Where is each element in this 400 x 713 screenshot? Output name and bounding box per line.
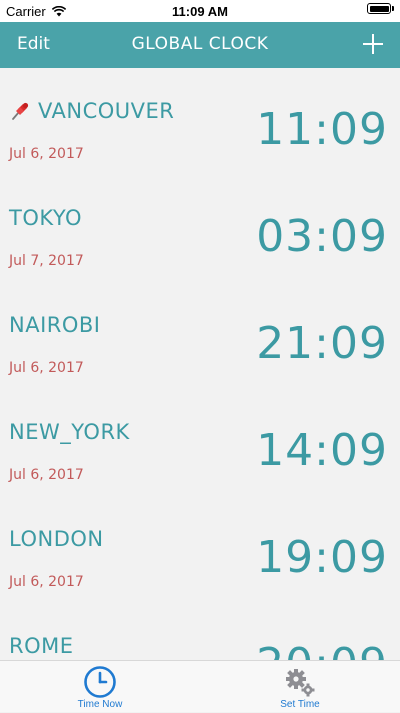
- clock-list[interactable]: VANCOUVER Jul 6, 2017 11:09 TOKYO Jul 7,…: [0, 68, 400, 660]
- battery-tip: [392, 6, 394, 11]
- page-title: GLOBAL CLOCK: [131, 34, 269, 54]
- time-label: 20:09: [256, 639, 388, 660]
- clock-row[interactable]: NEW_YORK Jul 6, 2017 14:09: [0, 389, 400, 496]
- status-time: 11:09 AM: [172, 4, 228, 19]
- date-label: Jul 6, 2017: [9, 360, 84, 376]
- city-label: ROME: [9, 634, 74, 658]
- time-label: 14:09: [256, 425, 388, 476]
- tab-label: Time Now: [77, 699, 123, 710]
- tab-label: Set Time: [280, 699, 320, 710]
- clock-icon: [84, 666, 116, 698]
- city-label: TOKYO: [9, 206, 83, 230]
- clock-row[interactable]: NAIROBI Jul 6, 2017 21:09: [0, 282, 400, 389]
- tab-set-time[interactable]: Set Time: [200, 661, 400, 713]
- plus-icon[interactable]: [362, 33, 384, 55]
- pushpin-icon: [12, 102, 29, 120]
- date-label: Jul 7, 2017: [9, 253, 84, 269]
- navigation-bar: Edit GLOBAL CLOCK: [0, 22, 400, 68]
- time-label: 03:09: [256, 211, 388, 262]
- time-label: 19:09: [256, 532, 388, 583]
- tab-time-now[interactable]: Time Now: [0, 661, 200, 713]
- date-label: Jul 6, 2017: [9, 146, 84, 162]
- gears-icon: [286, 669, 315, 697]
- city-name: VANCOUVER: [9, 99, 174, 123]
- clock-row[interactable]: LONDON Jul 6, 2017 19:09: [0, 496, 400, 603]
- edit-button[interactable]: Edit: [17, 34, 50, 54]
- clock-row[interactable]: TOKYO Jul 7, 2017 03:09: [0, 175, 400, 282]
- tab-bar: Time Now Set Time: [0, 660, 400, 712]
- battery-indicator: [367, 3, 394, 14]
- city-label: LONDON: [9, 527, 104, 551]
- battery-icon: [367, 3, 391, 14]
- city-label: VANCOUVER: [38, 99, 175, 123]
- time-label: 21:09: [256, 318, 388, 369]
- date-label: Jul 6, 2017: [9, 467, 84, 483]
- city-label: NEW_YORK: [9, 420, 130, 444]
- time-label: 11:09: [256, 104, 388, 155]
- city-label: NAIROBI: [9, 313, 101, 337]
- status-bar: Carrier 11:09 AM: [0, 0, 400, 22]
- clock-row[interactable]: ROME 20:09: [0, 603, 400, 660]
- date-label: Jul 6, 2017: [9, 574, 84, 590]
- clock-row[interactable]: VANCOUVER Jul 6, 2017 11:09: [0, 68, 400, 175]
